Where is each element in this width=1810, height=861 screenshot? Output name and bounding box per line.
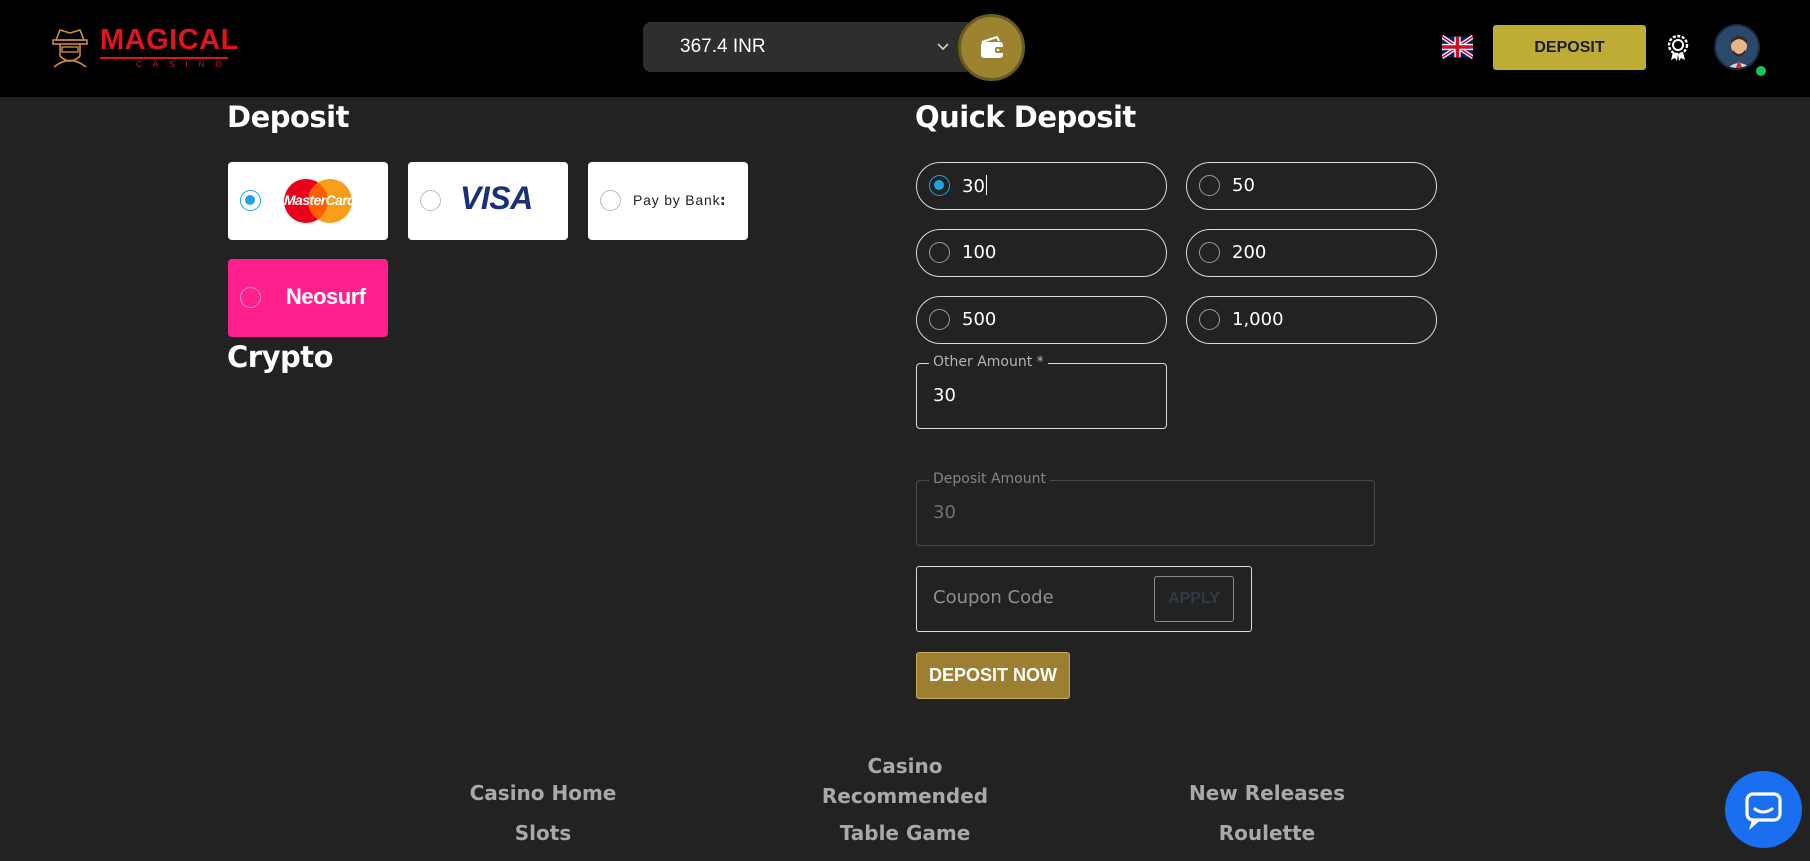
other-amount-label: Other Amount *	[929, 354, 1048, 370]
amount-radio[interactable]	[929, 242, 950, 263]
balance-dropdown[interactable]: 367.4 INR	[643, 22, 973, 72]
deposit-amount-field: Deposit Amount 30	[916, 471, 1375, 546]
mastercard-logo: MasterCard	[282, 178, 356, 224]
pay-by-bank-label: Pay by Bank	[633, 192, 721, 208]
amount-label: 30	[962, 175, 987, 197]
user-avatar-icon	[1716, 26, 1758, 68]
deposit-amount-value: 30	[933, 502, 956, 523]
pay-by-bank-mark-icon: :	[720, 193, 726, 209]
chevron-down-icon	[937, 43, 949, 51]
pay-by-bank-radio[interactable]	[600, 190, 621, 211]
visa-logo: VISA	[460, 180, 533, 216]
amount-option-1000[interactable]: 1,000	[1186, 296, 1437, 344]
text-caret	[985, 175, 987, 195]
amount-option-500[interactable]: 500	[916, 296, 1167, 344]
payment-method-mastercard[interactable]: MasterCard	[228, 162, 388, 240]
coupon-input[interactable]: Coupon Code	[933, 587, 1054, 608]
balance-value: 367.4 INR	[680, 36, 766, 57]
amount-label: 1,000	[1232, 309, 1284, 330]
uk-flag-icon[interactable]	[1442, 35, 1473, 59]
footer-link-new-releases[interactable]: New Releases	[1167, 781, 1367, 805]
footer-link-casino-home[interactable]: Casino Home	[443, 781, 643, 805]
apply-coupon-button[interactable]: APPLY	[1154, 576, 1234, 622]
amount-option-50[interactable]: 50	[1186, 162, 1437, 210]
footer-link-slots[interactable]: Slots	[443, 821, 643, 845]
amount-radio[interactable]	[1199, 309, 1220, 330]
casino-logo[interactable]: MAGICAL CASINO	[50, 24, 238, 70]
amount-radio[interactable]	[1199, 175, 1220, 196]
mastercard-radio[interactable]	[240, 190, 261, 211]
visa-radio[interactable]	[420, 190, 441, 211]
amount-label: 50	[1232, 175, 1255, 196]
payment-method-pay-by-bank[interactable]: Pay by Bank :	[588, 162, 748, 240]
mastercard-label: MasterCard	[284, 192, 356, 208]
neosurf-radio[interactable]	[240, 287, 261, 308]
amount-option-30[interactable]: 30	[916, 162, 1167, 210]
footer-link-roulette[interactable]: Roulette	[1167, 821, 1367, 845]
top-header: MAGICAL CASINO 367.4 INR DEPOSIT	[0, 0, 1810, 97]
wallet-icon	[981, 35, 1004, 58]
amount-label: 500	[962, 309, 997, 330]
neosurf-logo: Neosurf	[286, 284, 366, 309]
amount-option-100[interactable]: 100	[916, 229, 1167, 277]
award-icon[interactable]	[1664, 33, 1692, 61]
amount-radio[interactable]	[929, 309, 950, 330]
payment-method-visa[interactable]: VISA	[408, 162, 568, 240]
footer-link-table-game[interactable]: Table Game	[805, 821, 1005, 845]
other-amount-input[interactable]: 30	[933, 385, 956, 406]
quick-deposit-title: Quick Deposit	[915, 100, 1136, 134]
online-status-dot	[1756, 66, 1766, 76]
deposit-title: Deposit	[227, 100, 350, 134]
other-amount-field[interactable]: Other Amount * 30	[916, 354, 1167, 429]
logo-underline	[100, 57, 228, 59]
amount-label: 200	[1232, 242, 1267, 263]
wallet-button[interactable]	[958, 14, 1025, 81]
deposit-amount-label: Deposit Amount	[929, 471, 1050, 487]
deposit-now-button[interactable]: DEPOSIT NOW	[916, 652, 1070, 699]
detective-logo-icon	[52, 29, 88, 68]
amount-label: 100	[962, 242, 997, 263]
header-deposit-button[interactable]: DEPOSIT	[1493, 25, 1646, 70]
logo-subtitle: CASINO	[136, 60, 233, 69]
amount-radio[interactable]	[1199, 242, 1220, 263]
live-chat-button[interactable]	[1725, 771, 1802, 848]
payment-method-neosurf[interactable]: Neosurf	[228, 259, 388, 337]
amount-radio[interactable]	[929, 175, 950, 196]
coupon-field[interactable]: Coupon Code APPLY	[916, 566, 1252, 632]
avatar[interactable]	[1714, 24, 1760, 70]
logo-name: MAGICAL	[100, 24, 239, 56]
amount-option-200[interactable]: 200	[1186, 229, 1437, 277]
footer-link-casino-recommended[interactable]: Casino Recommended	[805, 751, 1005, 811]
crypto-title: Crypto	[227, 340, 334, 374]
chat-icon	[1745, 792, 1782, 830]
